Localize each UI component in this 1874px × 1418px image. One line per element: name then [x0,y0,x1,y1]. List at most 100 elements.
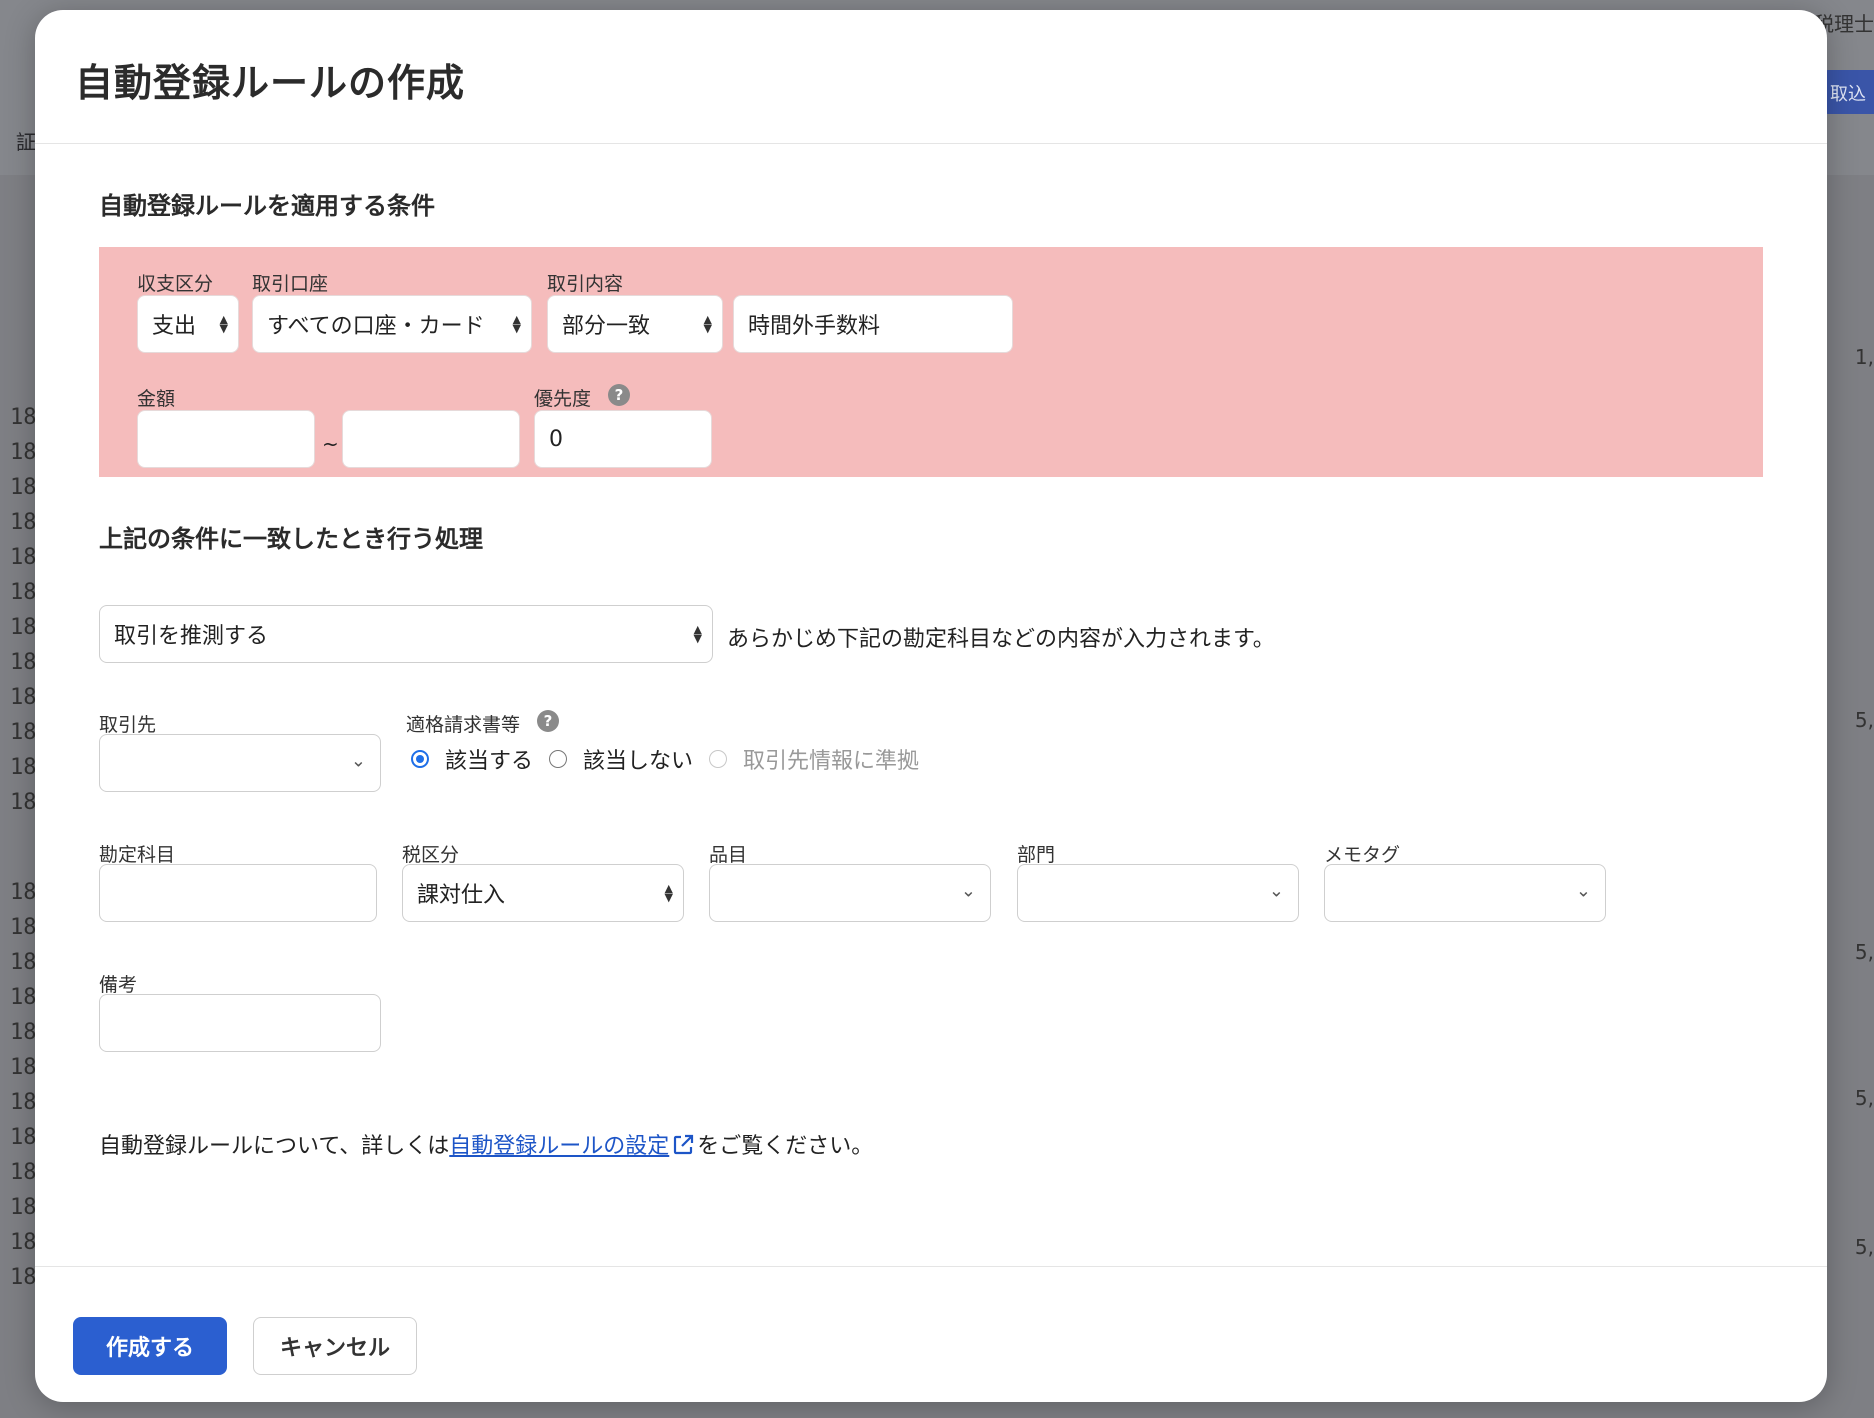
keyword-input-value: 時間外手数料 [748,314,881,339]
select-arrows-icon: ▲ ▼ [664,882,673,904]
dialog-footer: 作成する キャンセル [35,1266,1827,1402]
section-select[interactable]: ⌄ [1017,864,1299,922]
tax-select[interactable]: 課対仕入 ▲ ▼ [402,864,684,922]
keyword-input[interactable]: 時間外手数料 [733,295,1013,353]
invoice-help-icon[interactable]: ? [537,710,559,732]
account-select[interactable]: すべての口座・カード ▲ ▼ [252,295,532,353]
select-arrows-icon: ▲ ▼ [703,313,712,335]
background-row-number: 18 [10,475,37,500]
background-amount: 5, [1854,940,1874,964]
chevron-down-icon: ⌄ [1575,880,1591,902]
action-section-title: 上記の条件に一致したとき行う処理 [99,525,483,553]
section-label: 部門 [1017,844,1056,866]
background-amount: 5, [1854,1235,1874,1259]
background-row-number: 18 [10,1125,37,1150]
external-link-icon[interactable] [671,1133,695,1157]
background-import-button: 取込 [1824,70,1874,114]
invoice-option-label: 該当しない [583,749,694,774]
account-label: 取引口座 [252,273,329,295]
dialog-title: 自動登録ルールの作成 [75,61,466,105]
background-row-number: 18 [10,720,37,745]
background-row-number: 18 [10,915,37,940]
help-note: 自動登録ルールについて、詳しくは自動登録ルールの設定 をご覧ください。 [99,1128,873,1160]
memo-tag-select[interactable]: ⌄ [1324,864,1606,922]
partner-select[interactable]: ⌄ [99,734,381,792]
priority-help-icon[interactable]: ? [608,384,630,406]
amount-label: 金額 [137,388,176,410]
type-label: 収支区分 [137,273,214,295]
conditions-panel: 収支区分 取引口座 取引内容 支出 ▲ ▼ すべての口座・カード ▲ ▼ 部分一致 … [99,247,1763,477]
tax-label: 税区分 [402,844,460,866]
background-row-number: 18 [10,440,37,465]
background-row-number: 18 [10,985,37,1010]
help-note-suffix: をご覧ください。 [697,1134,874,1159]
background-row-number: 18 [10,685,37,710]
rule-settings-link[interactable]: 自動登録ルールの設定 [449,1134,669,1159]
background-row-number: 18 [10,950,37,975]
item-select[interactable]: ⌄ [709,864,991,922]
match-type-select[interactable]: 部分一致 ▲ ▼ [547,295,723,353]
item-label: 品目 [709,844,748,866]
action-select[interactable]: 取引を推測する ▲ ▼ [99,605,713,663]
invoice-radio-group: 該当する 該当しない 取引先情報に準拠 [411,743,935,775]
background-row-number: 18 [10,1090,37,1115]
select-arrows-icon: ▲ ▼ [693,623,702,645]
remarks-label: 備考 [99,974,138,996]
background-row-number: 18 [10,615,37,640]
type-select-value: 支出 [152,314,197,339]
invoice-label: 適格請求書等 [406,714,521,736]
account-item-input[interactable] [99,864,377,922]
amount-min-input[interactable] [137,410,315,468]
background-amount: 5, [1854,708,1874,732]
help-note-prefix: 自動登録ルールについて、詳しくは [99,1134,450,1159]
background-row-number: 18 [10,755,37,780]
account-select-value: すべての口座・カード [267,314,485,339]
create-button[interactable]: 作成する [73,1317,227,1375]
select-arrows-icon: ▲ ▼ [219,313,228,335]
background-row-number: 18 [10,1230,37,1255]
action-description: あらかじめ下記の勘定科目などの内容が入力されます。 [727,627,1275,652]
cancel-button[interactable]: キャンセル [253,1317,417,1375]
amount-max-input[interactable] [342,410,520,468]
background-amount: 5, [1854,1086,1874,1110]
tax-select-value: 課対仕入 [417,883,506,908]
content-label: 取引内容 [547,273,624,295]
invoice-option-label: 取引先情報に準拠 [743,749,920,774]
chevron-down-icon: ⌄ [960,880,976,902]
partner-label: 取引先 [99,714,157,736]
account-item-label: 勘定科目 [99,844,176,866]
background-row-number: 18 [10,405,37,430]
background-left-label: 証 [16,130,36,154]
dialog-header: 自動登録ルールの作成 [35,10,1827,144]
background-row-number: 18 [10,510,37,535]
type-select[interactable]: 支出 ▲ ▼ [137,295,239,353]
background-row-number: 18 [10,1195,37,1220]
background-row-number: 18 [10,580,37,605]
background-row-number: 18 [10,1020,37,1045]
rule-create-dialog: 自動登録ルールの作成 自動登録ルールを適用する条件 収支区分 取引口座 取引内容… [35,10,1827,1402]
invoice-radio-applicable[interactable] [411,750,429,768]
chevron-down-icon: ⌄ [1268,880,1284,902]
background-row-number: 18 [10,790,37,815]
invoice-option-label: 該当する [445,749,534,774]
invoice-radio-follow-partner [709,750,728,768]
match-type-value: 部分一致 [562,314,651,339]
conditions-section-title: 自動登録ルールを適用する条件 [99,192,435,220]
select-arrows-icon: ▲ ▼ [512,313,521,335]
priority-input[interactable]: 0 [534,410,712,468]
background-row-number: 18 [10,880,37,905]
remarks-input[interactable] [99,994,381,1052]
background-row-number: 18 [10,1055,37,1080]
priority-value: 0 [549,426,563,452]
action-select-value: 取引を推測する [114,624,269,649]
priority-label: 優先度 [534,388,592,410]
background-row-number: 18 [10,650,37,675]
memo-tag-label: メモタグ [1324,844,1401,866]
background-row-number: 18 [10,1160,37,1185]
invoice-radio-not-applicable[interactable] [549,750,568,768]
amount-range-separator: ~ [322,432,339,456]
background-row-number: 18 [10,545,37,570]
chevron-down-icon: ⌄ [350,750,366,772]
background-row-number: 18 [10,1265,37,1290]
background-amount: 1, [1854,345,1874,369]
